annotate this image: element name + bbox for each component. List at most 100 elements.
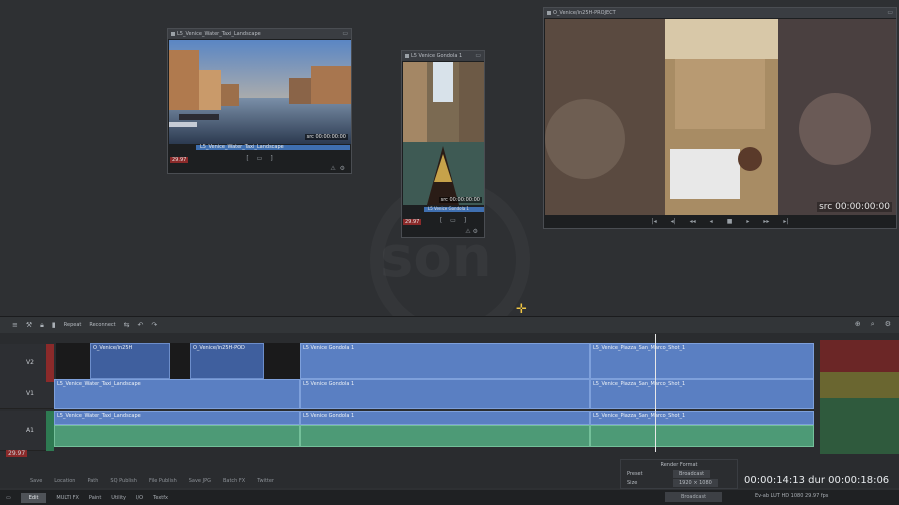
clip-label: L5_Venice_Piazza_San_Marco_Shot_1 bbox=[593, 381, 686, 387]
cursor-crosshair: ✛ bbox=[516, 302, 527, 317]
tab-batch-fx[interactable]: Batch FX bbox=[223, 478, 245, 484]
bracket-out-icon[interactable]: ] bbox=[464, 217, 466, 224]
clip-icon[interactable]: ▮ bbox=[52, 321, 56, 329]
close-icon[interactable]: ▭ bbox=[342, 29, 348, 39]
viewer-transport: [ ▭] bbox=[168, 155, 351, 162]
lock-icon[interactable]: 🔒︎ bbox=[40, 321, 44, 330]
next-icon[interactable]: ▸▸ bbox=[763, 218, 769, 225]
gap-segment bbox=[264, 343, 300, 379]
tab-utility[interactable]: Utility bbox=[111, 495, 126, 501]
menu-icon[interactable]: ≡ bbox=[12, 321, 18, 329]
track-header-v1[interactable]: V1 bbox=[0, 379, 54, 409]
clip-v1-b[interactable]: L5 Venice Gondola 1 bbox=[300, 379, 590, 409]
redo-icon[interactable]: ↷ bbox=[151, 321, 157, 329]
track-color-marker bbox=[46, 344, 54, 382]
preset-label: Preset bbox=[627, 471, 643, 477]
clip-label: L5_Venice_Piazza_San_Marco_Shot_1 bbox=[593, 413, 686, 419]
close-icon[interactable]: ▭ bbox=[475, 51, 481, 61]
tab-file-publish[interactable]: File Publish bbox=[149, 478, 177, 484]
monitor-icon[interactable]: ▭ bbox=[450, 217, 456, 224]
arrow-icon[interactable]: ⇆ bbox=[124, 321, 130, 329]
stop-icon[interactable]: ■ bbox=[727, 218, 733, 225]
clip-label: L5_Venice_Water_Taxi_Landscape bbox=[57, 381, 141, 387]
viewer-title-bar[interactable]: L5 Venice Gondola 1 ▭ bbox=[402, 51, 484, 61]
tab-location[interactable]: Location bbox=[54, 478, 75, 484]
prev-icon[interactable]: ◂◂ bbox=[690, 218, 696, 225]
clip-v2-c[interactable]: L5 Venice Gondola 1 bbox=[300, 343, 590, 379]
clip-v2-a[interactable]: O_Venice/in25H bbox=[90, 343, 170, 379]
viewer-title-bar[interactable]: O_Venice/in25H-PROJECT ▭ bbox=[544, 8, 896, 18]
monitor-icon[interactable]: ▭ bbox=[6, 495, 11, 501]
clip-a1-c-header[interactable]: L5_Venice_Piazza_San_Marco_Shot_1 bbox=[590, 411, 814, 425]
repeat-button[interactable]: Repeat bbox=[64, 322, 82, 328]
viewer-transport: [ ▭] bbox=[402, 217, 484, 224]
audio-waveform-a[interactable] bbox=[54, 425, 300, 447]
track-label: V1 bbox=[26, 390, 34, 397]
track-label: V2 bbox=[26, 359, 34, 366]
viewer-icon bbox=[171, 32, 175, 36]
clip-v1-c[interactable]: L5_Venice_Piazza_San_Marco_Shot_1 bbox=[590, 379, 814, 409]
clip-label: L5_Venice_Piazza_San_Marco_Shot_1 bbox=[593, 345, 686, 351]
step-back-icon[interactable]: ◂| bbox=[671, 218, 676, 225]
clip-label: O_Venice/in25H bbox=[93, 345, 133, 351]
clip-label: O_Venice/in25H-POD bbox=[193, 345, 245, 351]
viewer-tools: ⚠ ⚙ bbox=[330, 165, 345, 172]
tab-save[interactable]: Save bbox=[30, 478, 42, 484]
render-format-panel: Render Format Preset Broadcast Size 1920… bbox=[620, 459, 738, 489]
playhead[interactable] bbox=[655, 334, 656, 452]
undo-icon[interactable]: ↶ bbox=[138, 321, 144, 329]
warning-icon[interactable]: ⚠ bbox=[330, 165, 335, 172]
publish-tabs: Save Location Path SQ Publish File Publi… bbox=[0, 474, 620, 488]
settings-icon[interactable]: ⚙ bbox=[340, 165, 345, 172]
clip-a1-a-header[interactable]: L5_Venice_Water_Taxi_Landscape bbox=[54, 411, 300, 425]
reverse-icon[interactable]: ◂ bbox=[710, 218, 713, 225]
warning-icon[interactable]: ⚠ bbox=[465, 228, 470, 235]
clip-v2-b[interactable]: O_Venice/in25H-POD bbox=[190, 343, 264, 379]
tab-io[interactable]: I/O bbox=[136, 495, 143, 501]
clip-label: L5 Venice Gondola 1 bbox=[303, 413, 355, 419]
clip-v1-a[interactable]: L5_Venice_Water_Taxi_Landscape bbox=[54, 379, 300, 409]
start-icon[interactable]: |◂ bbox=[652, 218, 657, 225]
play-icon[interactable]: ▸ bbox=[746, 218, 749, 225]
frame-rate: 29.97 bbox=[6, 450, 28, 457]
viewer-title: O_Venice/in25H-PROJECT bbox=[553, 10, 616, 16]
size-field[interactable]: 1920 × 1080 bbox=[673, 479, 718, 487]
bracket-in-icon[interactable]: [ bbox=[246, 155, 248, 162]
end-icon[interactable]: ▸| bbox=[783, 218, 788, 225]
viewer-title-bar[interactable]: L5_Venice_Water_Taxi_Landscape ▭ bbox=[168, 29, 351, 39]
gap-segment bbox=[56, 343, 90, 379]
viewer-icon bbox=[547, 11, 551, 15]
tab-multi-fx[interactable]: MULTI FX bbox=[56, 495, 79, 501]
viewer-project[interactable]: O_Venice/in25H-PROJECT ▭ src 00:00:00:00 … bbox=[543, 7, 897, 229]
tab-textfx[interactable]: Textfx bbox=[153, 495, 168, 501]
tab-paint[interactable]: Paint bbox=[89, 495, 101, 501]
tab-twitter[interactable]: Twitter bbox=[257, 478, 274, 484]
viewer-image bbox=[545, 19, 896, 215]
settings-icon[interactable]: ⚙ bbox=[885, 320, 891, 329]
clip-v2-d[interactable]: L5_Venice_Piazza_San_Marco_Shot_1 bbox=[590, 343, 814, 379]
clip-label: L5 Venice Gondola 1 bbox=[303, 381, 355, 387]
tab-path[interactable]: Path bbox=[87, 478, 98, 484]
audio-waveform-b[interactable] bbox=[300, 425, 590, 447]
zoom-icon[interactable]: ⊕ bbox=[855, 320, 861, 329]
viewer-gondola[interactable]: L5 Venice Gondola 1 ▭ src 00:00:00:00 L5 … bbox=[401, 50, 485, 238]
tools-icon[interactable]: ⚒ bbox=[26, 321, 32, 329]
settings-icon[interactable]: ⚙ bbox=[473, 228, 478, 235]
gap-segment bbox=[170, 343, 190, 379]
tab-save-jpg[interactable]: Save JPG bbox=[189, 478, 211, 484]
audio-waveform-c[interactable] bbox=[590, 425, 814, 447]
viewer-water-taxi[interactable]: L5_Venice_Water_Taxi_Landscape ▭ src 00:0… bbox=[167, 28, 352, 174]
render-select[interactable]: Broadcast bbox=[665, 492, 723, 502]
timeline-panel: ≡ ⚒ 🔒︎ ▮ Repeat Reconnect ⇆ ↶ ↷ ⊕ ⌕ ⚙ V2 V… bbox=[0, 316, 899, 488]
bracket-out-icon[interactable]: ] bbox=[270, 155, 272, 162]
preset-select[interactable]: Broadcast bbox=[673, 470, 711, 478]
bracket-in-icon[interactable]: [ bbox=[440, 217, 442, 224]
viewer-image bbox=[403, 62, 484, 205]
search-icon[interactable]: ⌕ bbox=[871, 320, 875, 329]
reconnect-button[interactable]: Reconnect bbox=[89, 322, 115, 328]
tab-sq-publish[interactable]: SQ Publish bbox=[110, 478, 137, 484]
monitor-icon[interactable]: ▭ bbox=[257, 155, 263, 162]
tab-edit[interactable]: Edit bbox=[20, 492, 47, 503]
close-icon[interactable]: ▭ bbox=[887, 8, 893, 18]
clip-a1-b-header[interactable]: L5 Venice Gondola 1 bbox=[300, 411, 590, 425]
